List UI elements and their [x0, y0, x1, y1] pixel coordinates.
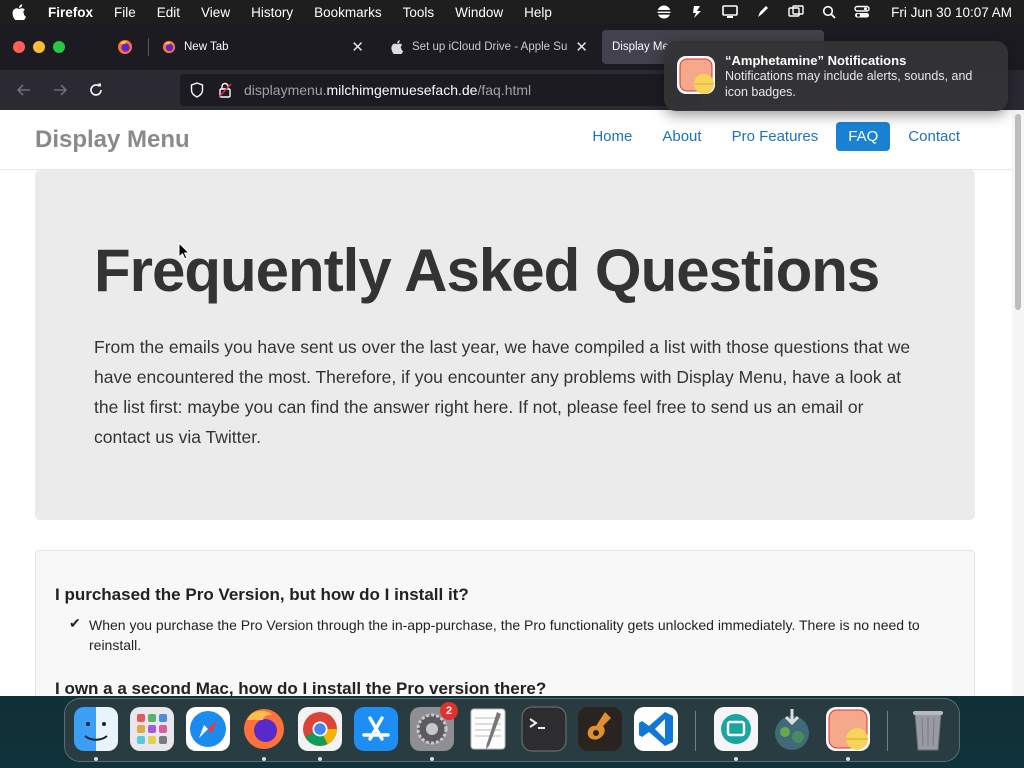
apple-logo-icon	[391, 40, 404, 54]
launchpad-icon[interactable]	[129, 706, 175, 752]
zoom-window-button[interactable]	[53, 41, 65, 53]
faq-hero: Frequently Asked Questions From the emai…	[35, 170, 975, 520]
menu-bar: Firefox File Edit View History Bookmarks…	[0, 0, 1024, 24]
notification-body: Notifications may include alerts, sounds…	[725, 69, 973, 99]
running-indicator	[734, 757, 738, 761]
firefox-window: New Tab ✕ Set up iCloud Drive - Apple Su…	[0, 24, 1024, 696]
reload-button[interactable]	[82, 76, 110, 104]
nav-link-about[interactable]: About	[650, 122, 713, 151]
close-tab-icon[interactable]: ✕	[343, 38, 364, 56]
tracking-protection-shield-icon[interactable]	[188, 81, 206, 99]
menu-help[interactable]: Help	[524, 5, 552, 20]
dock-separator	[887, 711, 888, 751]
control-center-icon[interactable]	[854, 5, 870, 19]
vpn-status-icon[interactable]	[656, 5, 672, 19]
firefox-icon	[162, 40, 176, 54]
tab-title: New Tab	[184, 41, 229, 53]
not-secure-lock-icon[interactable]	[216, 81, 234, 99]
textedit-icon[interactable]	[465, 706, 511, 752]
site-brand[interactable]: Display Menu	[35, 126, 190, 154]
window-controls	[13, 41, 65, 53]
spotlight-search-icon[interactable]	[821, 5, 837, 19]
mouse-cursor-icon	[178, 242, 190, 260]
page-title: Frequently Asked Questions	[94, 237, 880, 304]
tab-title: Display Me	[612, 41, 669, 53]
nav-link-contact[interactable]: Contact	[896, 122, 972, 151]
running-indicator	[846, 757, 850, 761]
running-indicator	[262, 757, 266, 761]
amphetamine-app-icon	[677, 56, 715, 94]
terminal-icon[interactable]	[521, 706, 567, 752]
faq-answer-text: When you purchase the Pro Version throug…	[89, 617, 920, 653]
menu-bookmarks[interactable]: Bookmarks	[314, 5, 382, 20]
screen-sharing-icon[interactable]	[713, 706, 759, 752]
garageband-icon[interactable]	[577, 706, 623, 752]
firefox-icon[interactable]	[241, 706, 287, 752]
checkmark-icon: ✔	[69, 615, 81, 631]
menu-file[interactable]: File	[114, 5, 136, 20]
app-store-icon[interactable]	[353, 706, 399, 752]
notification-badge: 2	[440, 702, 458, 720]
pen-tool-icon[interactable]	[755, 5, 771, 19]
nav-link-faq[interactable]: FAQ	[836, 122, 891, 151]
notification-title: “Amphetamine” Notifications	[725, 53, 907, 68]
page-scrollbar[interactable]	[1012, 110, 1024, 696]
running-indicator	[430, 757, 434, 761]
trash-icon[interactable]	[905, 706, 951, 752]
url-domain: milchimgemuesefach.de	[326, 82, 478, 98]
menu-view[interactable]: View	[201, 5, 230, 20]
faq-answer: ✔ When you purchase the Pro Version thro…	[69, 615, 929, 655]
amphetamine-menu-icon[interactable]	[689, 5, 705, 19]
close-window-button[interactable]	[13, 41, 25, 53]
tab-icloud-drive[interactable]: Set up iCloud Drive - Apple Supp ✕	[380, 30, 598, 64]
notification-content: “Amphetamine” Notifications Notification…	[725, 53, 996, 100]
scrollbar-thumb[interactable]	[1015, 114, 1021, 310]
url-prefix: displaymenu.	[244, 82, 327, 98]
forward-arrow-icon	[54, 84, 68, 96]
menubar-clock[interactable]: Fri Jun 30 10:07 AM	[891, 5, 1012, 20]
faq-list: I purchased the Pro Version, but how do …	[35, 550, 975, 696]
tab-separator	[148, 38, 149, 56]
nav-link-home[interactable]: Home	[580, 122, 644, 151]
pinned-tab-firefox[interactable]	[105, 30, 145, 64]
vscode-icon[interactable]	[633, 706, 679, 752]
site-nav-links: Home About Pro Features FAQ Contact	[580, 122, 972, 151]
tab-title: Set up iCloud Drive - Apple Supp	[412, 41, 568, 53]
apple-menu-icon[interactable]	[12, 4, 26, 20]
screen-mirroring-icon[interactable]	[788, 5, 804, 19]
finder-icon[interactable]	[73, 706, 119, 752]
web-page: Display Menu Home About Pro Features FAQ…	[0, 110, 1012, 696]
menu-history[interactable]: History	[251, 5, 293, 20]
address-bar[interactable]: displaymenu.milchimgemuesefach.de/faq.ht…	[180, 74, 700, 106]
reload-icon	[90, 83, 102, 96]
url-path: /faq.html	[477, 82, 532, 98]
intro-paragraph: From the emails you have sent us over th…	[94, 337, 911, 447]
menu-app-firefox[interactable]: Firefox	[48, 5, 93, 20]
forward-button[interactable]	[46, 76, 74, 104]
running-indicator	[318, 757, 322, 761]
site-navbar: Display Menu Home About Pro Features FAQ…	[0, 110, 1012, 170]
minimize-window-button[interactable]	[33, 41, 45, 53]
safari-icon[interactable]	[185, 706, 231, 752]
notification-banner[interactable]: “Amphetamine” Notifications Notification…	[664, 41, 1008, 111]
downloads-icon[interactable]	[769, 706, 815, 752]
running-indicator	[94, 757, 98, 761]
display-menu-icon[interactable]	[722, 5, 738, 19]
nav-link-pro-features[interactable]: Pro Features	[720, 122, 831, 151]
menu-window[interactable]: Window	[455, 5, 503, 20]
faq-question: I own a a second Mac, how do I install t…	[55, 679, 547, 696]
dock-separator	[695, 711, 696, 751]
menu-tools[interactable]: Tools	[403, 5, 435, 20]
close-tab-icon[interactable]: ✕	[567, 38, 588, 56]
url-text[interactable]: displaymenu.milchimgemuesefach.de/faq.ht…	[244, 82, 531, 98]
faq-question: I purchased the Pro Version, but how do …	[55, 585, 469, 604]
back-button[interactable]	[10, 76, 38, 104]
firefox-icon	[118, 40, 132, 54]
chrome-icon[interactable]	[297, 706, 343, 752]
menu-edit[interactable]: Edit	[157, 5, 180, 20]
tab-new-tab[interactable]: New Tab ✕	[152, 30, 374, 64]
back-arrow-icon	[16, 84, 30, 96]
amphetamine-icon[interactable]	[825, 706, 871, 752]
dock	[64, 698, 960, 762]
